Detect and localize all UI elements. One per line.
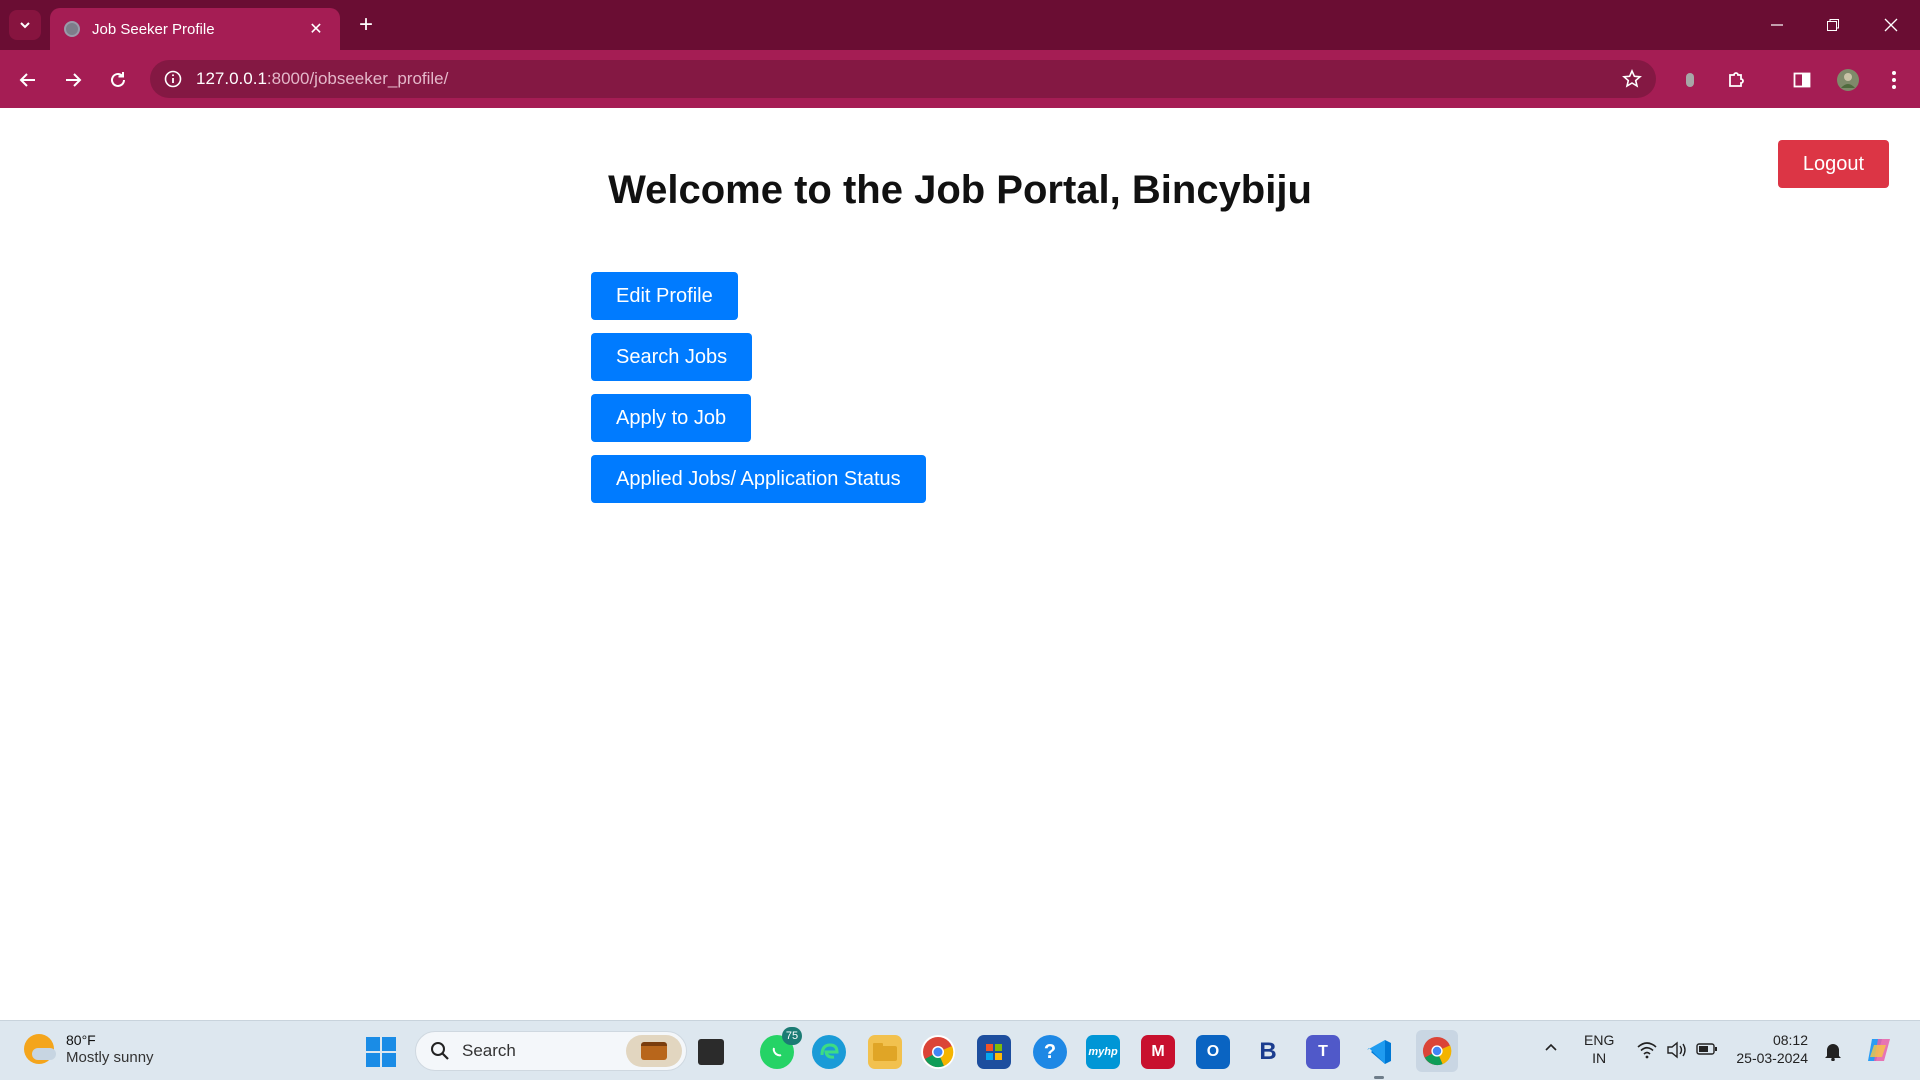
welcome-heading: Welcome to the Job Portal, Bincybiju	[608, 168, 1312, 212]
url-path: :8000/jobseeker_profile/	[266, 69, 449, 88]
arrow-left-icon	[19, 73, 35, 87]
tab-search-button[interactable]	[9, 10, 41, 40]
search-jobs-button[interactable]: Search Jobs	[591, 333, 753, 381]
weather-widget[interactable]: 80°F Mostly sunny	[24, 1031, 154, 1067]
weather-temperature: 80°F	[66, 1032, 96, 1048]
chrome-icon[interactable]	[921, 1035, 955, 1069]
clock-time: 08:12	[1772, 1032, 1808, 1048]
page-content: Logout Welcome to the Job Portal, Bincyb…	[0, 108, 1920, 1020]
weather-condition: Mostly sunny	[66, 1049, 154, 1066]
copilot-icon[interactable]	[1864, 1035, 1894, 1069]
extension-mouse-icon[interactable]	[1674, 64, 1706, 96]
volume-icon[interactable]	[1666, 1041, 1688, 1063]
teams-icon[interactable]: T	[1306, 1035, 1340, 1069]
taskbar: 80°F Mostly sunny Search 75 ? myhp M O B	[0, 1020, 1920, 1080]
language-code: ENG	[1584, 1032, 1615, 1048]
chrome-active-icon[interactable]	[1416, 1030, 1458, 1072]
restore-icon	[1827, 19, 1839, 31]
whatsapp-badge: 75	[782, 1027, 802, 1045]
globe-icon	[64, 21, 80, 37]
vscode-icon[interactable]	[1362, 1035, 1396, 1079]
url-host: 127.0.0.1	[196, 69, 267, 88]
minimize-icon	[1771, 24, 1783, 26]
get-help-icon[interactable]: ?	[1033, 1035, 1067, 1069]
info-icon	[164, 70, 182, 88]
taskbar-search-placeholder: Search	[462, 1041, 516, 1060]
running-indicator	[1374, 1076, 1384, 1079]
reload-button[interactable]	[102, 64, 134, 96]
region-code: IN	[1592, 1050, 1607, 1066]
taskbar-search[interactable]: Search	[415, 1031, 687, 1071]
profile-avatar[interactable]	[1832, 64, 1864, 96]
forward-button[interactable]	[57, 64, 89, 96]
browser-tab[interactable]: Job Seeker Profile ✕	[50, 8, 340, 50]
chevron-up-icon[interactable]	[1543, 1039, 1559, 1059]
extensions-puzzle-icon[interactable]	[1720, 64, 1752, 96]
briefcase-icon	[626, 1035, 682, 1067]
url-text: 127.0.0.1:8000/jobseeker_profile/	[196, 69, 448, 89]
arrow-right-icon	[66, 73, 82, 87]
clock[interactable]: 08:12 25-03-2024	[1736, 1031, 1808, 1067]
address-bar[interactable]: 127.0.0.1:8000/jobseeker_profile/	[150, 60, 1656, 98]
microsoft-store-icon[interactable]	[977, 1035, 1011, 1069]
outlook-icon[interactable]: O	[1196, 1035, 1230, 1069]
browser-toolbar: 127.0.0.1:8000/jobseeker_profile/	[0, 50, 1920, 108]
start-windows-icon[interactable]	[366, 1037, 396, 1067]
mcafee-icon[interactable]: M	[1141, 1035, 1175, 1069]
language-indicator[interactable]: ENG IN	[1584, 1031, 1614, 1067]
close-tab-icon[interactable]: ✕	[306, 19, 326, 39]
bell-icon[interactable]	[1824, 1041, 1842, 1065]
minimize-button[interactable]	[1757, 10, 1797, 40]
application-status-button[interactable]: Applied Jobs/ Application Status	[591, 455, 926, 503]
clock-date: 25-03-2024	[1736, 1050, 1808, 1066]
myhp-icon[interactable]: myhp	[1086, 1035, 1120, 1069]
back-button[interactable]	[12, 64, 44, 96]
reload-icon	[111, 72, 125, 87]
weather-sun-icon	[24, 1034, 56, 1064]
file-explorer-icon[interactable]	[868, 1035, 902, 1069]
browser-tab-bar: Job Seeker Profile ✕ +	[0, 0, 1920, 50]
task-view-icon[interactable]	[698, 1039, 724, 1065]
star-icon[interactable]	[1622, 69, 1642, 89]
page-title: Welcome to the Job Portal, Bincybiju	[0, 168, 1920, 213]
close-window-button[interactable]	[1871, 10, 1911, 40]
whatsapp-icon[interactable]: 75	[760, 1027, 802, 1069]
wifi-icon[interactable]	[1636, 1041, 1658, 1063]
bold-app-icon[interactable]: B	[1251, 1035, 1285, 1069]
apply-to-job-button[interactable]: Apply to Job	[591, 394, 752, 442]
menu-kebab-icon[interactable]	[1878, 64, 1910, 96]
search-icon	[431, 1042, 449, 1060]
chevron-down-icon	[20, 22, 30, 29]
side-panel-icon[interactable]	[1786, 64, 1818, 96]
edge-icon[interactable]	[812, 1035, 846, 1069]
battery-icon[interactable]	[1696, 1042, 1718, 1060]
tab-title: Job Seeker Profile	[92, 20, 215, 38]
edit-profile-button[interactable]: Edit Profile	[591, 272, 738, 320]
action-list: Edit Profile Search Jobs Apply to Job Ap…	[591, 272, 926, 516]
close-icon	[1884, 18, 1898, 32]
new-tab-button[interactable]: +	[352, 12, 380, 40]
restore-button[interactable]	[1813, 10, 1853, 40]
